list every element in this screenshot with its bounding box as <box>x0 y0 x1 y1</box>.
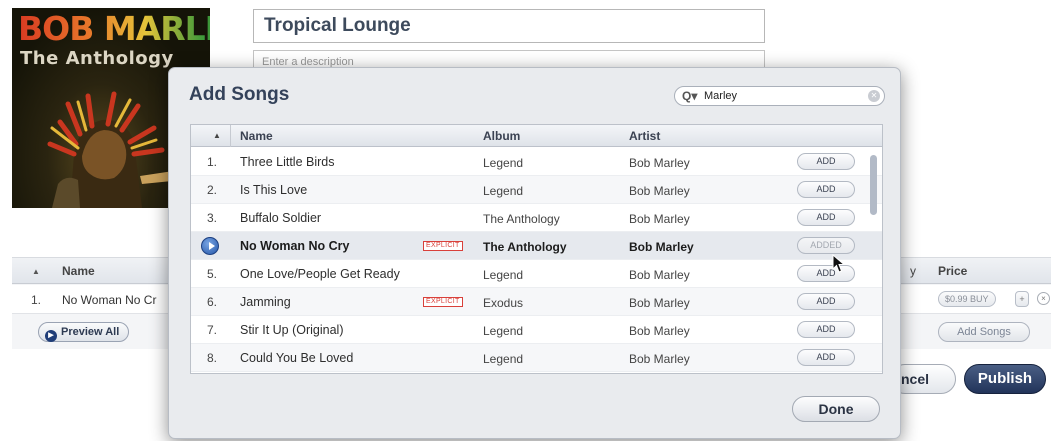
remove-icon[interactable]: × <box>1037 292 1050 305</box>
mouse-pointer-icon <box>832 254 846 273</box>
add-button[interactable]: ADD <box>797 321 855 338</box>
song-row[interactable]: 8. Could You Be Loved Legend Bob Marley ADD <box>191 344 882 372</box>
add-button[interactable]: ADD <box>797 349 855 366</box>
column-header-name[interactable]: Name <box>62 264 95 278</box>
add-button[interactable]: ADD <box>797 153 855 170</box>
song-row[interactable]: No Woman No Cry EXPLICIT The Anthology Bob … <box>191 232 882 260</box>
column-header-artist[interactable]: Artist <box>629 129 660 143</box>
publish-button[interactable]: Publish <box>964 364 1046 394</box>
song-album: The Anthology <box>483 212 560 226</box>
plus-dropdown-icon[interactable]: + <box>1015 291 1029 307</box>
song-row[interactable]: 1. Three Little Birds Legend Bob Marley ADD <box>191 148 882 176</box>
add-songs-dialog: Add Songs Q▾ Marley ✕ ▲ Name Album Artis… <box>168 67 901 439</box>
songs-table: ▲ Name Album Artist 1. Three Little Birds… <box>190 124 883 374</box>
song-name: Three Little Birds <box>240 155 335 169</box>
song-row[interactable]: 5. One Love/People Get Ready Legend Bob Mar… <box>191 260 882 288</box>
sort-ascending-icon[interactable]: ▲ <box>213 131 221 140</box>
song-index: 5. <box>207 267 218 281</box>
done-button[interactable]: Done <box>792 396 880 422</box>
songs-list: 1. Three Little Birds Legend Bob Marley ADD 2… <box>191 148 882 372</box>
song-row[interactable]: 6. Jamming EXPLICIT Exodus Bob Marley ADD <box>191 288 882 316</box>
song-name: One Love/People Get Ready <box>240 267 400 281</box>
track-name: No Woman No Cr <box>62 293 157 307</box>
song-name: Stir It Up (Original) <box>240 323 344 337</box>
add-songs-button[interactable]: Add Songs <box>938 322 1030 342</box>
song-album: The Anthology <box>483 240 567 254</box>
song-artist: Bob Marley <box>629 268 690 282</box>
song-index: 1. <box>207 155 218 169</box>
play-icon: ▶ <box>45 330 57 342</box>
header-divider <box>230 125 231 147</box>
song-index: 7. <box>207 323 218 337</box>
playlist-title-input[interactable]: Tropical Lounge <box>253 9 765 43</box>
song-artist: Bob Marley <box>629 240 694 254</box>
song-index: 3. <box>207 211 218 225</box>
column-header-album[interactable]: Album <box>483 129 520 143</box>
now-playing-icon[interactable] <box>201 237 219 255</box>
vertical-scrollbar[interactable] <box>870 155 877 215</box>
song-row[interactable]: 2. Is This Love Legend Bob Marley ADD <box>191 176 882 204</box>
song-row[interactable]: 3. Buffalo Soldier The Anthology Bob Marley… <box>191 204 882 232</box>
song-album: Legend <box>483 324 524 338</box>
add-button[interactable]: ADD <box>797 209 855 226</box>
column-header-partial[interactable]: y <box>910 264 916 278</box>
added-button[interactable]: ADDED <box>797 237 855 254</box>
song-artist: Bob Marley <box>629 324 690 338</box>
buy-price-button[interactable]: $0.99 BUY <box>938 291 996 307</box>
add-button[interactable]: ADD <box>797 293 855 310</box>
dialog-title: Add Songs <box>189 84 290 105</box>
add-button[interactable]: ADD <box>797 265 855 282</box>
column-header-name[interactable]: Name <box>240 129 273 143</box>
album-title-line2: The Anthology <box>20 48 174 69</box>
preview-all-label: Preview All <box>61 326 120 338</box>
songs-table-header: ▲ Name Album Artist <box>191 125 882 147</box>
song-artist: Bob Marley <box>629 296 690 310</box>
song-artist: Bob Marley <box>629 184 690 198</box>
song-index: 6. <box>207 295 218 309</box>
explicit-badge: EXPLICIT <box>423 297 463 307</box>
song-album: Exodus <box>483 296 524 310</box>
song-album: Legend <box>483 268 524 282</box>
song-name: Could You Be Loved <box>240 351 354 365</box>
album-portrait-art <box>47 91 182 208</box>
song-name: No Woman No Cry <box>240 239 350 253</box>
song-index: 2. <box>207 183 218 197</box>
column-header-price[interactable]: Price <box>938 264 967 278</box>
song-artist: Bob Marley <box>629 156 690 170</box>
add-button[interactable]: ADD <box>797 181 855 198</box>
sort-ascending-icon[interactable]: ▲ <box>32 267 40 276</box>
song-album: Legend <box>483 184 524 198</box>
song-artist: Bob Marley <box>629 352 690 366</box>
clear-search-icon[interactable]: ✕ <box>868 90 880 102</box>
song-name: Is This Love <box>240 183 308 197</box>
preview-all-button[interactable]: ▶ Preview All <box>38 322 130 342</box>
song-row[interactable]: 7. Stir It Up (Original) Legend Bob Marley A… <box>191 316 882 344</box>
search-icon[interactable]: Q▾ <box>682 89 697 103</box>
song-index: 8. <box>207 351 218 365</box>
search-field[interactable]: Q▾ Marley ✕ <box>674 86 885 106</box>
song-artist: Bob Marley <box>629 212 690 226</box>
explicit-badge: EXPLICIT <box>423 241 463 251</box>
track-index: 1. <box>31 293 42 307</box>
song-name: Buffalo Soldier <box>240 211 322 225</box>
song-name: Jamming <box>240 295 291 309</box>
album-title-line1: BOB MARLEY <box>18 12 210 46</box>
song-album: Legend <box>483 156 524 170</box>
search-input[interactable]: Marley <box>704 90 737 102</box>
song-album: Legend <box>483 352 524 366</box>
